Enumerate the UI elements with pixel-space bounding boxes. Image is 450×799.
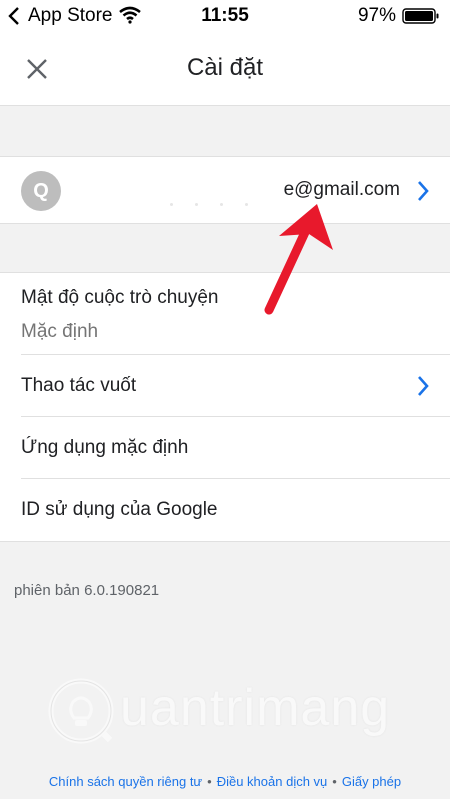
settings-item-conversation-density[interactable]: Mật độ cuộc trò chuyện Mặc định xyxy=(0,273,450,355)
top-app-bar: Cài đặt xyxy=(0,32,450,106)
settings-item-swipe-actions[interactable]: Thao tác vuốt xyxy=(0,355,450,417)
settings-item-default-apps[interactable]: Ứng dụng mặc định xyxy=(0,417,450,479)
watermark-logo: uantrimang xyxy=(46,672,389,752)
settings-item-value: Mặc định xyxy=(21,321,99,342)
privacy-policy-link[interactable]: Chính sách quyền riêng tư xyxy=(49,774,202,789)
status-bar: App Store 11:55 97% xyxy=(0,0,450,32)
settings-item-label: ID sử dụng của Google xyxy=(21,499,218,520)
page-title: Cài đặt xyxy=(186,54,264,81)
annotation-arrow-icon xyxy=(264,204,333,315)
account-email: e@gmail.com xyxy=(283,179,400,200)
battery-icon xyxy=(402,8,439,24)
licenses-link[interactable]: Giấy phép xyxy=(342,774,401,789)
chevron-right-icon xyxy=(418,181,429,201)
watermark-text: uantrimang xyxy=(120,679,391,737)
account-row[interactable]: Q e@gmail.com xyxy=(0,156,450,224)
footer-separator: • xyxy=(207,774,212,789)
terms-of-service-link[interactable]: Điều khoản dịch vụ xyxy=(217,774,328,789)
chevron-right-icon xyxy=(418,376,429,396)
settings-item-google-usage-id[interactable]: ID sử dụng của Google xyxy=(0,479,450,542)
settings-list: Mật độ cuộc trò chuyện Mặc định Thao tác… xyxy=(0,272,450,542)
footer-separator: • xyxy=(332,774,337,789)
settings-item-label: Ứng dụng mặc định xyxy=(21,437,189,458)
battery-percentage: 97% xyxy=(357,5,396,26)
settings-item-label: Mật độ cuộc trò chuyện xyxy=(21,287,219,308)
app-version: phiên bản 6.0.190821 xyxy=(14,582,160,599)
footer-links: Chính sách quyền riêng tư • Điều khoản dịc… xyxy=(0,774,450,789)
lightbulb-icon xyxy=(48,678,114,744)
settings-item-label: Thao tác vuốt xyxy=(21,375,137,396)
avatar: Q xyxy=(21,171,61,211)
